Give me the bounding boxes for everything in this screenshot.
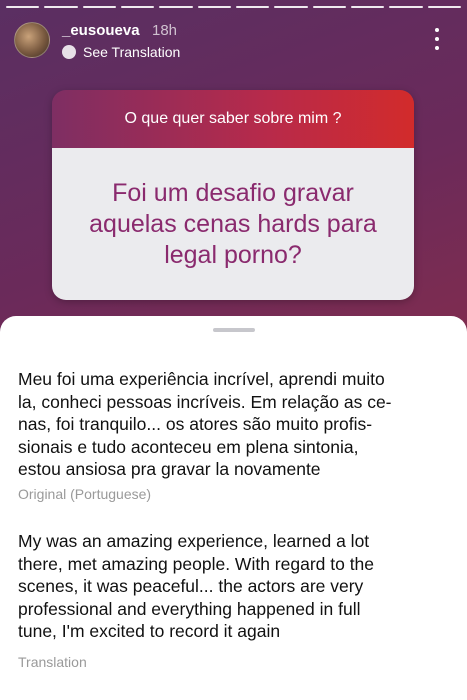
translated-text-line: scenes, it was peaceful... the actors ar… [18,576,364,596]
translation-label: Translation [18,654,87,670]
original-text-line: la, conheci pessoas incríveis. Em relaçã… [18,391,392,412]
globe-icon [62,45,76,59]
translated-text: My was an amazing experience, learned a … [18,530,451,643]
progress-segment [82,6,116,8]
translation-sheet: Meu foi uma experiência incrível, aprend… [0,316,467,700]
progress-segment [350,6,385,8]
original-text-line: nas, foi tranquilo... os atores são muit… [18,414,373,434]
progress-segment [6,6,40,8]
original-text-line: estou ansiosa pra gravar la novamente [18,459,321,479]
progress-segment [427,6,461,8]
translated-text-line: My was an amazing experience, learned a … [18,531,370,551]
username[interactable]: _eusoueva [62,22,140,39]
original-text-line: Meu foi uma experiência incrível, aprend… [18,369,385,389]
question-answer-area: Foi um desafio gravar aquelas cenas hard… [52,148,414,300]
translated-text-line: tune, I'm excited to record it again [18,621,281,641]
progress-segment [197,6,231,8]
progress-segment [44,6,78,8]
see-translation-label: See Translation [83,44,181,60]
question-sticker: O que quer saber sobre mim ? Foi um desa… [52,90,414,300]
progress-segment [235,6,270,8]
original-text: Meu foi uma experiência incrível, aprend… [18,368,451,481]
story-progress-bar [6,6,461,9]
more-options-icon[interactable] [431,28,443,50]
translated-text-line: professional and everything happened in … [18,598,361,619]
progress-segment [120,6,155,8]
story-header: _eusoueva 18h See Translation [14,18,453,62]
original-text-line: sionais e tudo aconteceu em plena sinton… [18,436,359,457]
avatar[interactable] [14,22,50,58]
question-answer: Foi um desafio gravar aquelas cenas hard… [89,178,377,269]
post-time: 18h [152,22,178,39]
progress-segment [274,6,308,8]
see-translation-button[interactable]: See Translation [62,44,180,60]
progress-segment [389,6,423,8]
sheet-grabber[interactable] [213,328,255,332]
question-prompt: O que quer saber sobre mim ? [52,90,414,148]
original-language-label: Original (Portuguese) [18,486,152,502]
progress-segment [159,6,193,8]
progress-segment [312,6,346,8]
translated-text-line: there, met amazing people. With regard t… [18,553,375,574]
